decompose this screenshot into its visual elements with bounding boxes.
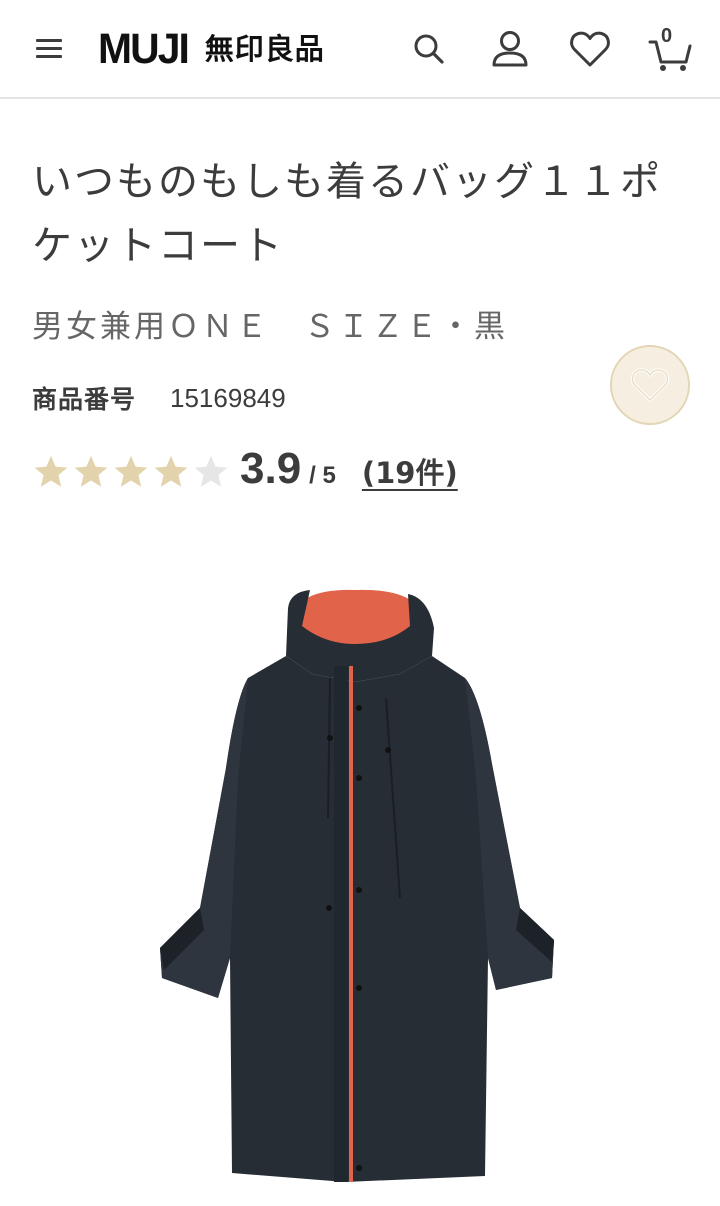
star-filled-icon — [114, 455, 148, 487]
review-count-link[interactable]: (19件) — [362, 450, 458, 492]
site-header: MUJI 無印良品 0 — [0, 0, 720, 99]
menu-icon[interactable] — [34, 36, 64, 62]
muji-logo[interactable]: MUJI 無印良品 — [98, 26, 325, 72]
star-filled-icon — [34, 455, 68, 487]
favorites-heart-icon[interactable] — [567, 26, 613, 72]
star-empty-icon — [194, 455, 228, 487]
product-code-value: 15169849 — [170, 382, 286, 413]
star-filled-icon — [154, 455, 188, 487]
logo-text: MUJI — [98, 24, 190, 73]
logo-jp-text: 無印良品 — [204, 31, 325, 66]
product-code-row: 商品番号 15169849 — [32, 378, 286, 418]
rating-max: / 5 — [309, 462, 336, 489]
cart-icon[interactable]: 0 — [646, 26, 696, 72]
rating-row: 3.9 / 5 (19件) — [32, 444, 458, 500]
heart-icon — [630, 368, 670, 402]
search-icon[interactable] — [406, 26, 452, 72]
product-variant: 男女兼用ＯＮＥ ＳＩＺＥ・黒 — [32, 309, 508, 345]
product-title: いつものもしも着るバッグ１１ポケットコート — [32, 159, 662, 269]
product-code-label: 商品番号 — [32, 385, 137, 414]
product-coat-image — [160, 589, 554, 1182]
star-filled-icon — [74, 455, 108, 487]
add-to-favorites-button[interactable] — [610, 345, 690, 425]
rating-stars — [32, 444, 232, 500]
account-icon[interactable] — [487, 26, 533, 72]
rating-value: 3.9 — [240, 444, 302, 493]
cart-count-badge: 0 — [661, 25, 673, 47]
